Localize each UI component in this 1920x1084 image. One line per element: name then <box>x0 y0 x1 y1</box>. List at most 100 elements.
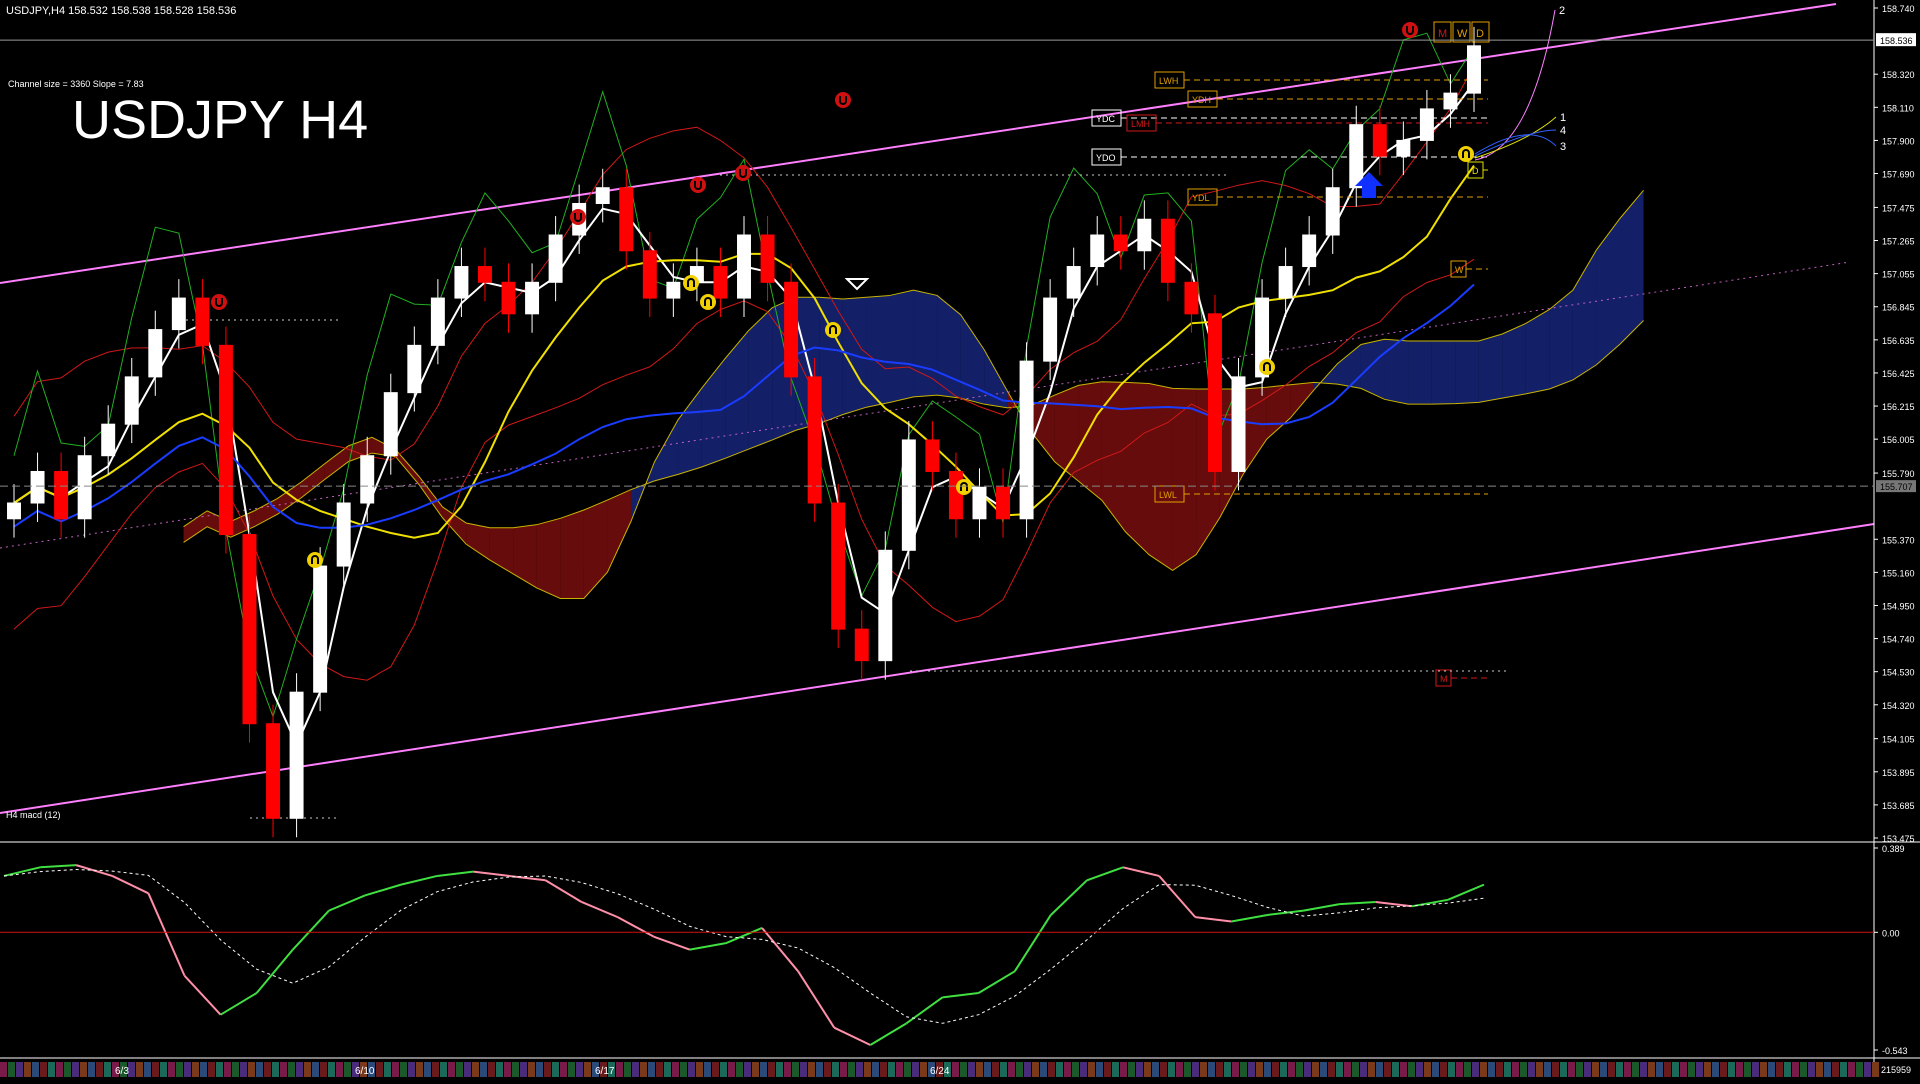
time-strip-cell <box>432 1062 439 1077</box>
candle-body <box>77 455 92 520</box>
candle-body <box>1019 360 1034 520</box>
time-strip-cell <box>32 1062 39 1077</box>
time-strip-cell <box>320 1062 327 1077</box>
time-strip-cell <box>0 1062 7 1077</box>
time-strip-cell <box>1496 1062 1503 1077</box>
time-strip-cell <box>1552 1062 1559 1077</box>
time-strip-cell <box>712 1062 719 1077</box>
cloud-segment <box>1408 340 1432 405</box>
time-strip-cell <box>1640 1062 1647 1077</box>
sell-signal-icon <box>735 165 751 181</box>
candle-body <box>878 549 893 662</box>
time-strip-cell <box>1080 1062 1087 1077</box>
time-strip-cell <box>1104 1062 1111 1077</box>
time-strip-cell <box>1856 1062 1863 1077</box>
time-strip-cell <box>1208 1062 1215 1077</box>
price-tick-label: 155.370 <box>1882 535 1915 545</box>
macd-label: H4 macd (12) <box>6 810 61 820</box>
time-strip-cell <box>64 1062 71 1077</box>
tf-marker-label: D <box>1476 28 1484 40</box>
time-strip-cell <box>176 1062 183 1077</box>
price-tick-label: 157.265 <box>1882 237 1915 247</box>
candle-body <box>595 187 610 204</box>
cloud-segment <box>1149 383 1173 571</box>
time-strip-cell <box>1448 1062 1455 1077</box>
time-strip-cell <box>384 1062 391 1077</box>
channel-info: Channel size = 3360 Slope = 7.83 <box>8 79 144 89</box>
time-strip-cell <box>904 1062 911 1077</box>
time-strip-cell <box>704 1062 711 1077</box>
price-tick-label: 156.845 <box>1882 303 1915 313</box>
time-strip-cell <box>1304 1062 1311 1077</box>
price-tick-label: 157.475 <box>1882 203 1915 213</box>
date-label: 6/24 <box>930 1066 950 1077</box>
time-strip-cell <box>1264 1062 1271 1077</box>
time-strip-cell <box>1616 1062 1623 1077</box>
price-tick-label: 154.105 <box>1882 735 1915 745</box>
candle-body <box>737 234 751 299</box>
time-strip-cell <box>1112 1062 1119 1077</box>
time-strip-cell <box>1096 1062 1103 1077</box>
time-strip-cell <box>224 1062 231 1077</box>
time-strip-cell <box>1488 1062 1495 1077</box>
time-strip-cell <box>480 1062 487 1077</box>
buy-signal-icon <box>825 322 841 338</box>
tf-marker-label: W <box>1457 28 1468 40</box>
level-label: LMH <box>1131 119 1150 129</box>
time-strip-cell <box>1000 1062 1007 1077</box>
time-strip-cell <box>1768 1062 1775 1077</box>
candle-body <box>336 502 351 567</box>
time-strip-cell <box>960 1062 967 1077</box>
mid-marker-label: 155.707 <box>1880 482 1913 492</box>
level-label: YDC <box>1096 114 1116 124</box>
time-strip-cell <box>864 1062 871 1077</box>
candle-body <box>807 376 822 504</box>
time-strip-cell <box>504 1062 511 1077</box>
time-strip-cell <box>1824 1062 1831 1077</box>
time-strip-cell <box>888 1062 895 1077</box>
time-strip-cell <box>1600 1062 1607 1077</box>
candle-body <box>1419 108 1434 141</box>
macd-tick-label: 0.389 <box>1882 844 1905 854</box>
time-strip-cell <box>1776 1062 1783 1077</box>
time-strip-cell <box>784 1062 791 1077</box>
time-strip-cell <box>1784 1062 1791 1077</box>
time-strip-cell <box>1280 1062 1287 1077</box>
candle-body <box>218 344 233 536</box>
candle-body <box>901 439 916 551</box>
time-strip-cell <box>1504 1062 1511 1077</box>
chart-window[interactable]: LWH YDC LMH YDH YDO YDL LWL W D M M W D 2 1 4 3 158.740 1… <box>0 0 1920 1080</box>
time-strip-cell <box>1032 1062 1039 1077</box>
price-tick-label: 154.320 <box>1882 701 1915 711</box>
time-strip-cell <box>880 1062 887 1077</box>
time-strip-cell <box>168 1062 175 1077</box>
time-strip-cell <box>24 1062 31 1077</box>
cloud-segment <box>536 518 561 599</box>
time-strip-cell <box>1472 1062 1479 1077</box>
time-strip-cell <box>1040 1062 1047 1077</box>
cloud-segment <box>1502 323 1526 399</box>
time-strip-cell <box>1520 1062 1527 1077</box>
time-strip-cell <box>760 1062 767 1077</box>
time-strip-cell <box>48 1062 55 1077</box>
time-strip-cell <box>104 1062 111 1077</box>
time-strip-cell <box>240 1062 247 1077</box>
candle-body <box>148 329 163 378</box>
time-strip-cell <box>528 1062 535 1077</box>
macd-tick-label: 0.00 <box>1882 928 1900 938</box>
price-tick-label: 157.690 <box>1882 170 1915 180</box>
level-label: M <box>1440 674 1448 684</box>
time-strip-cell <box>688 1062 695 1077</box>
time-strip-cell <box>1744 1062 1751 1077</box>
candle-body <box>854 628 869 662</box>
time-strip-cell <box>1440 1062 1447 1077</box>
time-strip-cell <box>440 1062 447 1077</box>
time-strip-cell <box>912 1062 919 1077</box>
time-strip-cell <box>560 1062 567 1077</box>
time-strip-cell <box>568 1062 575 1077</box>
time-strip-cell <box>1800 1062 1807 1077</box>
candle-body <box>124 376 139 425</box>
candle-body <box>1443 92 1458 110</box>
candle-body <box>360 455 375 504</box>
price-chart-svg[interactable]: LWHYDC LMHYDHYDOYDLLWLWDMM W D2143 158.7401… <box>0 0 1920 1080</box>
